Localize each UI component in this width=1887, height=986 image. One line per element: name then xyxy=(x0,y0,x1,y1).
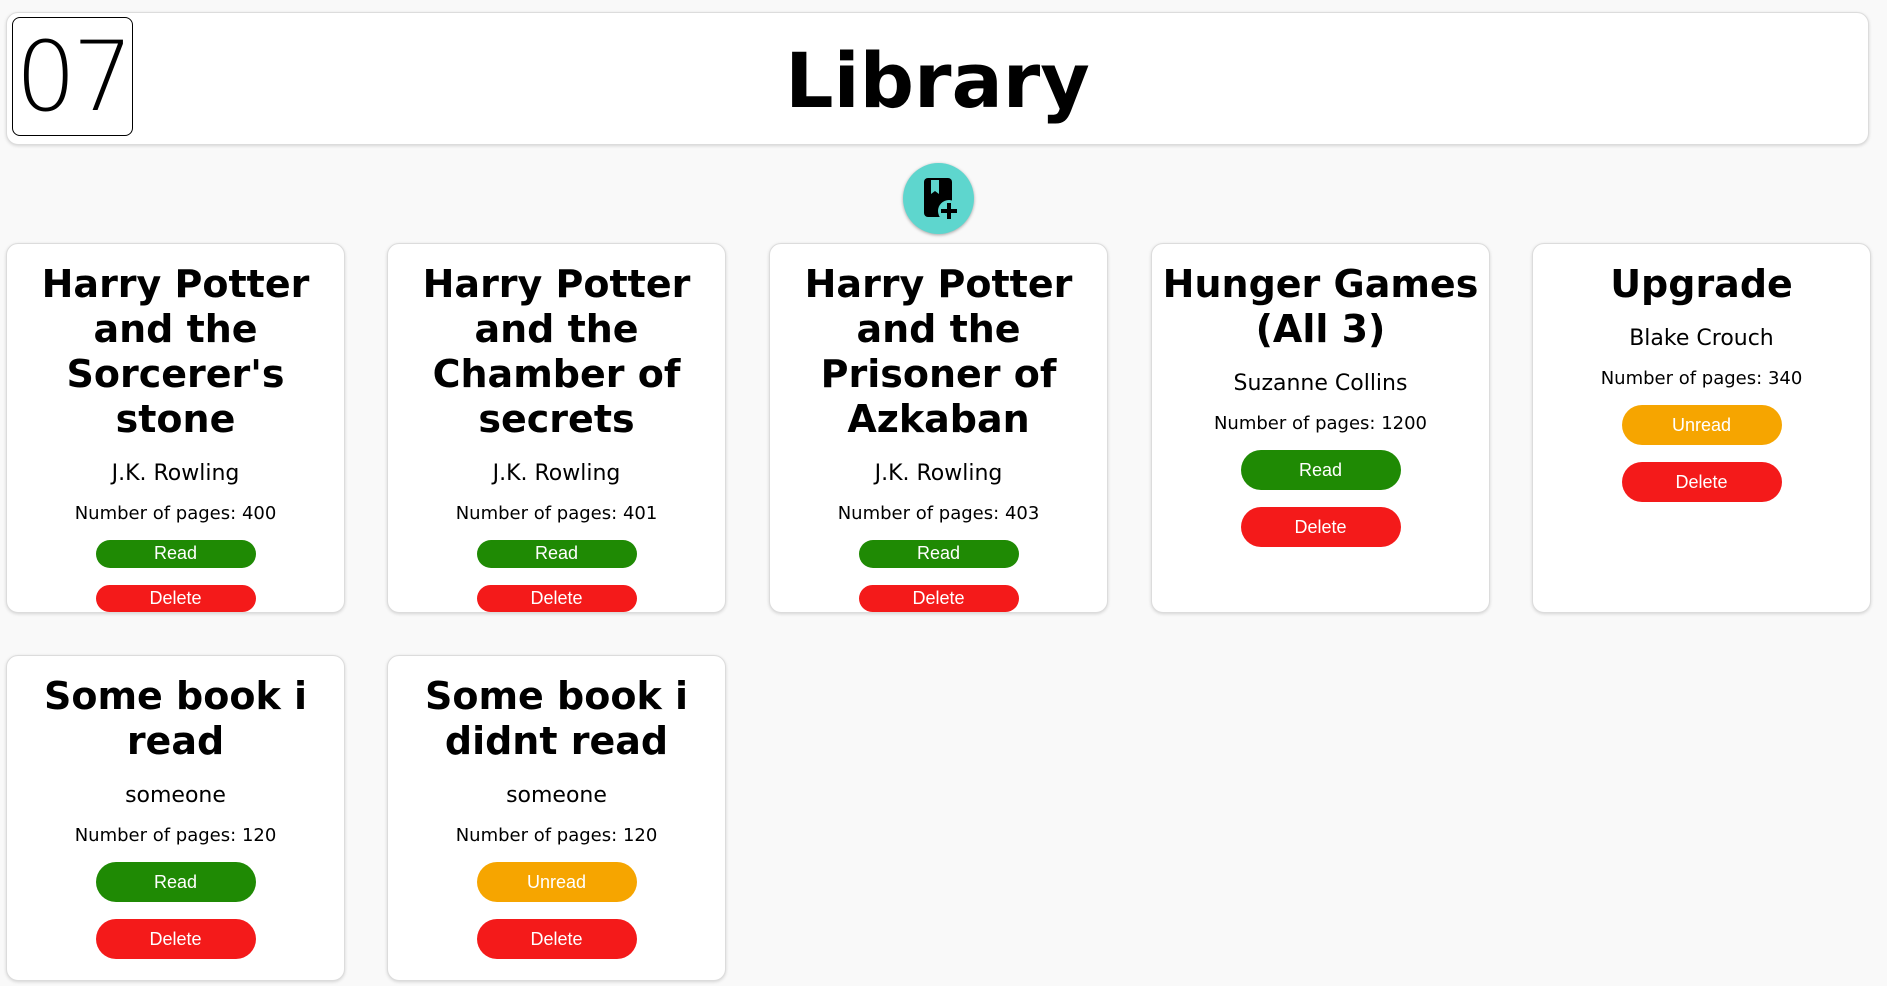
add-book-button[interactable] xyxy=(903,163,974,234)
book-pages: Number of pages: 120 xyxy=(455,825,658,846)
book-card: Upgrade Blake Crouch Number of pages: 34… xyxy=(1532,243,1871,613)
book-card: Harry Potter and the Sorcerer's stone J.… xyxy=(6,243,345,613)
delete-button[interactable]: Delete xyxy=(95,919,256,959)
delete-button[interactable]: Delete xyxy=(1621,462,1782,502)
status-toggle-button[interactable]: Unread xyxy=(1621,405,1782,445)
book-title: Harry Potter and the Sorcerer's stone xyxy=(41,262,310,441)
book-title: Harry Potter and the Prisoner of Azkaban xyxy=(804,262,1073,441)
status-toggle-button[interactable]: Read xyxy=(858,540,1019,568)
delete-button[interactable]: Delete xyxy=(858,584,1019,612)
bookmark-add-icon xyxy=(923,177,960,222)
status-toggle-button[interactable]: Read xyxy=(95,862,256,902)
book-pages: Number of pages: 400 xyxy=(74,503,277,524)
book-author: Suzanne Collins xyxy=(1233,371,1408,396)
book-card: Harry Potter and the Prisoner of Azkaban… xyxy=(769,243,1108,613)
book-pages: Number of pages: 120 xyxy=(74,825,277,846)
delete-button[interactable]: Delete xyxy=(1240,507,1401,547)
book-title: Upgrade xyxy=(1610,262,1793,306)
book-pages: Number of pages: 340 xyxy=(1600,368,1803,389)
book-author: someone xyxy=(125,783,226,808)
book-card: Some book i didnt read someone Number of… xyxy=(387,655,726,981)
status-toggle-button[interactable]: Read xyxy=(1240,450,1401,490)
book-author: someone xyxy=(506,783,607,808)
book-card: Hunger Games (All 3) Suzanne Collins Num… xyxy=(1151,243,1490,613)
page-title: Library xyxy=(785,36,1090,125)
book-pages: Number of pages: 401 xyxy=(455,503,658,524)
book-pages: Number of pages: 403 xyxy=(837,503,1040,524)
book-title: Some book i read xyxy=(43,674,307,763)
book-author: J.K. Rowling xyxy=(111,461,240,486)
book-title: Hunger Games (All 3) xyxy=(1162,262,1479,351)
book-title: Harry Potter and the Chamber of secrets xyxy=(422,262,691,441)
status-toggle-button[interactable]: Read xyxy=(95,540,256,568)
book-pages: Number of pages: 1200 xyxy=(1213,413,1428,434)
book-card: Some book i read someone Number of pages… xyxy=(6,655,345,981)
delete-button[interactable]: Delete xyxy=(95,584,256,612)
status-toggle-button[interactable]: Read xyxy=(476,540,637,568)
book-author: J.K. Rowling xyxy=(492,461,621,486)
book-card: Harry Potter and the Chamber of secrets … xyxy=(387,243,726,613)
status-toggle-button[interactable]: Unread xyxy=(476,862,637,902)
book-title: Some book i didnt read xyxy=(424,674,688,763)
book-author: J.K. Rowling xyxy=(874,461,1003,486)
delete-button[interactable]: Delete xyxy=(476,919,637,959)
delete-button[interactable]: Delete xyxy=(476,584,637,612)
header: 07 Library xyxy=(6,12,1869,145)
book-author: Blake Crouch xyxy=(1629,326,1774,351)
